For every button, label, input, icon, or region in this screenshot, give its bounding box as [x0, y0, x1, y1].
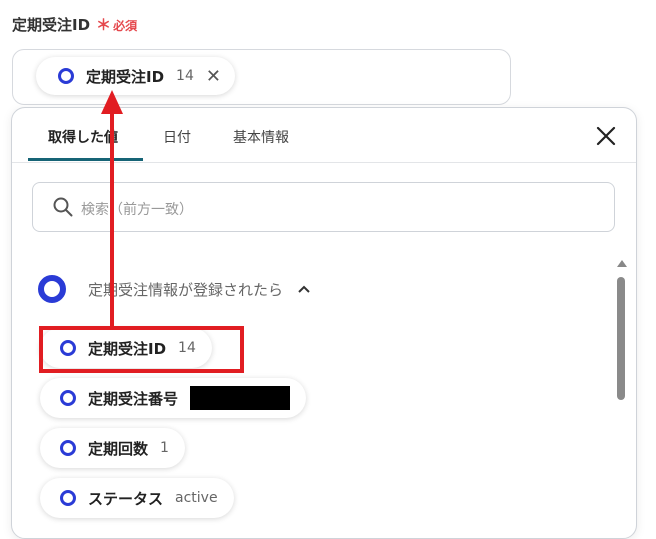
ring-icon — [60, 390, 76, 406]
search-placeholder: 検索（前方一致） — [81, 202, 193, 218]
required-text: 必須 — [113, 19, 138, 33]
item-label: 定期受注ID — [88, 339, 167, 358]
list-item-teiki-id[interactable]: 定期受注ID 14 — [40, 328, 212, 368]
chip-label: 定期受注ID — [86, 67, 165, 86]
chip-value: 14 — [176, 68, 194, 84]
field-label: 定期受注ID ＊必須 — [12, 14, 137, 35]
value-picker-panel: 取得した値 日付 基本情報 検索（前方一致） 定期受注情報が登録されたら — [11, 107, 637, 539]
close-icon[interactable] — [594, 124, 618, 148]
item-label: ステータス — [88, 489, 164, 508]
required-mark: ＊ — [96, 16, 112, 34]
search-icon — [53, 197, 73, 217]
scroll-up-arrow[interactable] — [615, 258, 629, 268]
ring-icon — [38, 275, 66, 303]
item-value: 14 — [178, 340, 196, 356]
group-label: 定期受注情報が登録されたら — [88, 280, 284, 299]
close-icon[interactable]: ✕ — [206, 66, 221, 87]
redacted-value — [190, 386, 291, 410]
tab-acquired-values[interactable]: 取得した値 — [48, 127, 118, 147]
tab-basic-info[interactable]: 基本情報 — [233, 127, 289, 147]
item-value: active — [175, 490, 218, 506]
item-label: 定期回数 — [88, 439, 149, 458]
tab-date[interactable]: 日付 — [163, 127, 191, 147]
scrollbar-thumb[interactable] — [617, 277, 625, 400]
ring-icon — [60, 440, 76, 456]
item-value: 1 — [160, 440, 169, 456]
chevron-up-icon[interactable] — [297, 284, 311, 294]
tab-bar: 取得した値 日付 基本情報 — [12, 108, 636, 163]
field-label-text: 定期受注ID — [12, 16, 91, 34]
search-input[interactable]: 検索（前方一致） — [32, 182, 615, 232]
active-tab-indicator — [28, 158, 143, 161]
list-item-status[interactable]: ステータス active — [40, 478, 234, 518]
ring-icon — [60, 340, 76, 356]
ring-icon — [58, 68, 74, 84]
item-label: 定期受注番号 — [88, 389, 179, 408]
selected-value-chip[interactable]: 定期受注ID 14 ✕ — [36, 57, 235, 95]
ring-icon — [60, 490, 76, 506]
group-header[interactable]: 定期受注情報が登録されたら — [36, 273, 311, 305]
list-item-teiki-count[interactable]: 定期回数 1 — [40, 428, 185, 468]
list-item-teiki-number[interactable]: 定期受注番号 — [40, 378, 307, 418]
